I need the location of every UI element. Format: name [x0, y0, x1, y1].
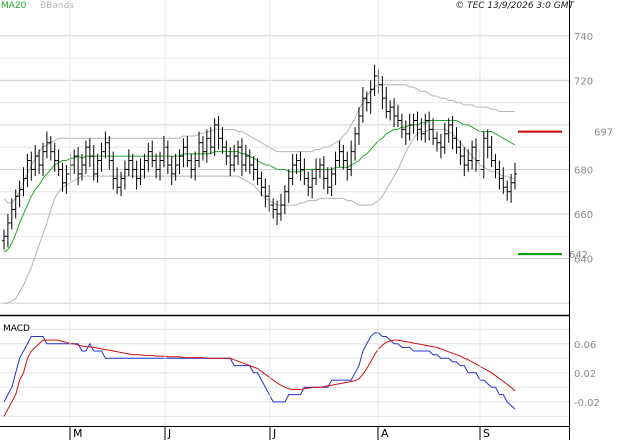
legend-item-ma20: MA20: [1, 1, 27, 11]
month-label: J: [272, 427, 276, 440]
price-tick-label: 680: [574, 165, 593, 176]
resistance-label: 697: [594, 128, 613, 139]
macd-axis-ticks: -0.02 0.02 0.06: [574, 340, 600, 409]
month-label: A: [381, 427, 389, 440]
legend-item-bbands: BBands: [40, 1, 74, 11]
price-tick-label: 740: [574, 32, 593, 43]
chart-canvas: 697 642 640660680720740 -0.020.020.06 MJ…: [0, 0, 627, 440]
price-tick-label: 640: [574, 255, 593, 266]
copyright-text: © TEC 13/9/2026 3:0 GMT: [455, 1, 575, 11]
price-tick-label: 720: [574, 76, 593, 87]
chart-background: [0, 0, 627, 440]
macd-tick-label: -0.02: [574, 398, 600, 409]
macd-tick-label: 0.06: [574, 340, 596, 351]
month-label: S: [483, 427, 490, 440]
macd-tick-label: 0.02: [574, 369, 596, 380]
macd-panel-title: MACD: [3, 324, 30, 334]
month-label: J: [167, 427, 171, 440]
month-label: M: [73, 427, 83, 440]
price-tick-label: 660: [574, 210, 593, 221]
